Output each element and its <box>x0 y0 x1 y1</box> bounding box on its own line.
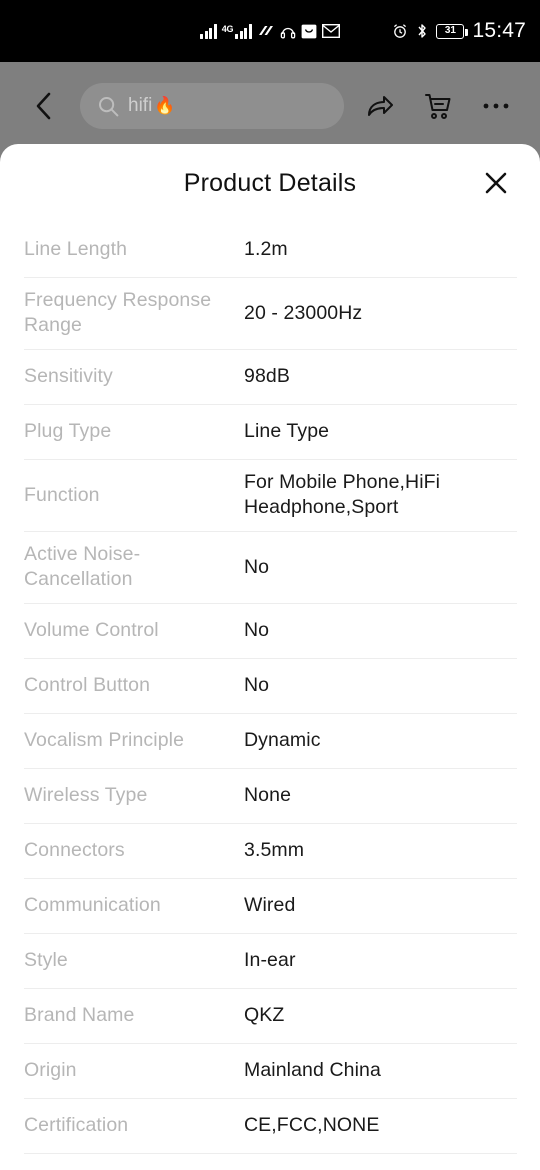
spec-value: No <box>244 674 270 696</box>
back-button[interactable] <box>18 80 70 132</box>
spec-value: For Mobile Phone,HiFi Headphone,Sport <box>244 471 441 518</box>
bluetooth-icon <box>416 23 428 39</box>
spec-label: Volume Control <box>24 619 159 641</box>
spec-value: Line Type <box>244 420 330 442</box>
close-icon <box>485 172 507 194</box>
spec-label: Function <box>24 483 100 506</box>
alarm-icon <box>392 23 408 39</box>
table-row: Function For Mobile Phone,HiFi Headphone,… <box>0 459 540 531</box>
spec-value: No <box>244 619 270 641</box>
table-row: Frequency Response Range 20 - 23000Hz <box>0 277 540 349</box>
mail-icon <box>321 24 340 38</box>
table-row: Line Length 1.2m <box>0 222 540 277</box>
table-row: Wireless Type None <box>0 768 540 823</box>
page-title: Product Details <box>183 168 357 197</box>
share-button[interactable] <box>354 80 406 132</box>
status-bar-right: 31 15:47 <box>340 19 526 43</box>
signal-bars-4g-icon: 4G <box>221 23 252 39</box>
signal-bars-icon <box>200 23 217 39</box>
search-query-value: hifi <box>128 95 153 116</box>
spec-value: 98dB <box>244 365 290 387</box>
cart-button[interactable] <box>412 80 464 132</box>
spec-label: Sensitivity <box>24 365 113 387</box>
table-row: Brand Name QKZ <box>0 988 540 1043</box>
spec-label: Frequency Response Range <box>24 289 212 336</box>
table-row: Model NumberQKZ-AK6-PRO <box>0 1153 540 1170</box>
spec-value: 1.2m <box>244 238 288 260</box>
spec-label: Wireless Type <box>24 784 148 806</box>
spec-label: Brand Name <box>24 1004 135 1026</box>
table-row: Communication Wired <box>0 878 540 933</box>
spec-value: Wired <box>244 894 296 916</box>
search-icon <box>99 96 119 116</box>
search-query-text: hifi 🔥 <box>128 95 175 117</box>
status-bar-icons: 4G <box>200 23 340 39</box>
table-row: Style In-ear <box>0 933 540 988</box>
spec-label: Communication <box>24 894 161 916</box>
spec-label: Vocalism Principle <box>24 729 185 751</box>
smiley-app-icon <box>301 24 317 39</box>
flame-icon: 🔥 <box>154 96 176 115</box>
spec-value: CE,FCC,NONE <box>244 1114 380 1136</box>
spec-list: Line Length 1.2m Frequency Response Range 2… <box>0 222 540 1170</box>
table-row: Vocalism Principle Dynamic <box>0 713 540 768</box>
product-details-sheet: Product Details Line Length 1.2m Frequency… <box>0 144 540 1170</box>
spec-label: Plug Type <box>24 420 112 442</box>
table-row: Active Noise-Cancellation No <box>0 531 540 603</box>
status-bar: 4G 31 15:47 <box>0 0 540 62</box>
spec-label: Connectors <box>24 839 125 861</box>
table-row: Plug Type Line Type <box>0 404 540 459</box>
table-row: Connectors 3.5mm <box>0 823 540 878</box>
spec-label: Active Noise-Cancellation <box>24 543 141 590</box>
table-row: Sensitivity 98dB <box>0 349 540 404</box>
search-input[interactable]: hifi 🔥 <box>80 83 344 129</box>
table-row: Origin Mainland China <box>0 1043 540 1098</box>
close-button[interactable] <box>474 161 518 205</box>
battery-level-label: 31 <box>444 25 456 36</box>
spec-value: None <box>244 784 292 806</box>
spec-value: Dynamic <box>244 729 321 751</box>
spec-label: Control Button <box>24 674 151 696</box>
spec-value: No <box>244 555 270 578</box>
clock-label: 15:47 <box>472 19 526 42</box>
headphone-icon <box>280 24 296 39</box>
app-bar: hifi 🔥 <box>0 62 540 150</box>
spec-label: Style <box>24 949 68 971</box>
data-transfer-icon <box>257 24 275 39</box>
spec-label: Line Length <box>24 238 128 260</box>
spec-value: 20 - 23000Hz <box>244 301 363 324</box>
spec-value: In-ear <box>244 949 296 971</box>
network-type-label: 4G <box>221 23 234 34</box>
table-row: Control Button No <box>0 658 540 713</box>
table-row: Volume Control No <box>0 603 540 658</box>
spec-value: 3.5mm <box>244 839 305 861</box>
table-row: Certification CE,FCC,NONE <box>0 1098 540 1153</box>
sheet-header: Product Details <box>0 144 540 222</box>
spec-value: QKZ <box>244 1004 285 1026</box>
more-options-button[interactable] <box>470 80 522 132</box>
phone-screen: 4G 31 15:47 hifi 🔥 Product Details Line … <box>0 0 540 1170</box>
spec-value: Mainland China <box>244 1059 381 1081</box>
battery-icon: 31 <box>436 23 469 39</box>
spec-label: Certification <box>24 1114 129 1136</box>
spec-label: Origin <box>24 1059 77 1081</box>
